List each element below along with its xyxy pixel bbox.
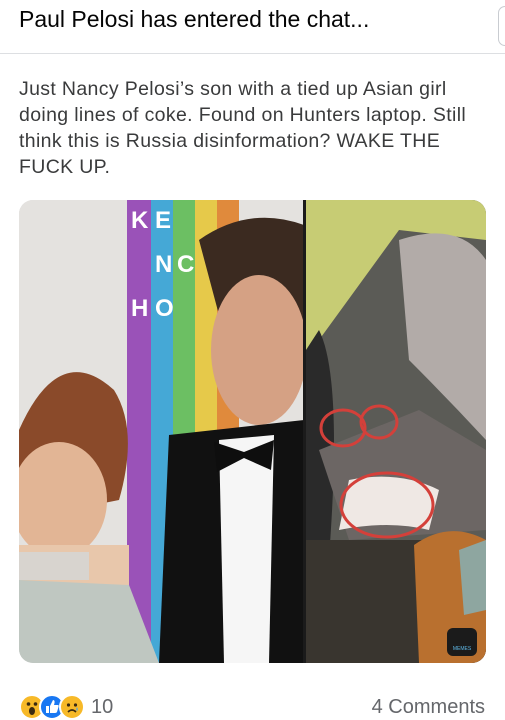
- post-header: Paul Pelosi has entered the chat...: [0, 0, 505, 54]
- post-title: Paul Pelosi has entered the chat...: [19, 6, 370, 32]
- watermark-text: MEMES: [453, 646, 472, 652]
- backdrop-letter: O: [155, 295, 174, 322]
- reaction-summary[interactable]: 10: [19, 694, 113, 720]
- backdrop-letter: N: [155, 251, 172, 278]
- backdrop-letter: E: [155, 207, 171, 234]
- man-face: [211, 275, 307, 425]
- post-photo[interactable]: K E N C H O MEMES: [19, 200, 486, 663]
- backdrop-letter: C: [177, 251, 194, 278]
- backdrop-letter: H: [131, 295, 148, 322]
- reaction-count: 10: [91, 695, 114, 718]
- photo-illustration: K E N C H O MEMES: [19, 200, 486, 663]
- post-body-text: Just Nancy Pelosi’s son with a tied up A…: [19, 78, 467, 178]
- woman-necklace: [19, 552, 89, 580]
- sad-icon: [59, 694, 85, 720]
- image-divider: [303, 200, 306, 663]
- man-shirt: [219, 435, 274, 663]
- backdrop-letter: K: [131, 207, 149, 234]
- comments-link[interactable]: 4 Comments: [372, 696, 485, 719]
- card-edge: [498, 6, 505, 46]
